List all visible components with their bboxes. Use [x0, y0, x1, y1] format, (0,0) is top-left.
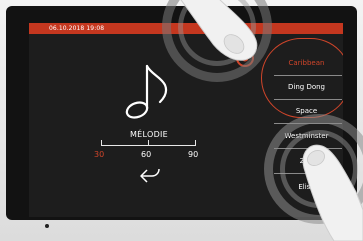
list-highlight-ring — [261, 38, 343, 118]
back-arrow-icon[interactable] — [139, 167, 161, 183]
melody-title: MÉLODIE — [129, 130, 169, 139]
scale-value-60[interactable]: 60 — [141, 150, 151, 159]
scale-tick — [148, 140, 149, 146]
scale-value-30[interactable]: 30 — [94, 150, 104, 159]
scale-tick — [101, 140, 102, 146]
hand-pointer-icon — [302, 144, 363, 241]
status-datetime: 06.10.2018 19:08 — [49, 25, 105, 32]
scale-value-90[interactable]: 90 — [188, 150, 198, 159]
status-led — [45, 224, 49, 228]
hand-pointer-icon — [180, 0, 258, 61]
doorbell-device: 06.10.2018 19:08 MÉLODIE 30 60 90 Caribb… — [0, 0, 363, 241]
music-note-icon — [125, 64, 168, 119]
scale-tick — [195, 140, 196, 146]
